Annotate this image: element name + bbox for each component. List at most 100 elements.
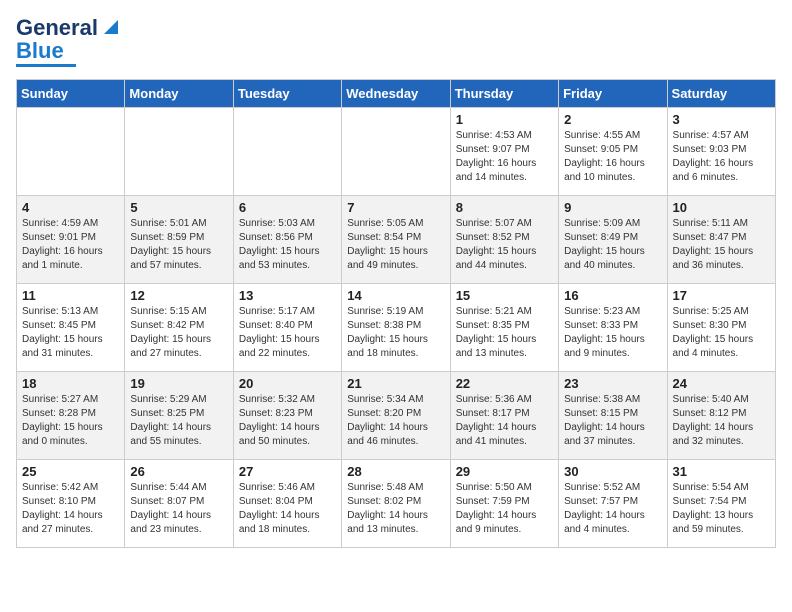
- calendar-cell: 12 Sunrise: 5:15 AM Sunset: 8:42 PM Dayli…: [125, 284, 233, 372]
- calendar-week-row: 11 Sunrise: 5:13 AM Sunset: 8:45 PM Dayli…: [17, 284, 776, 372]
- calendar-cell: 4Sunrise: 4:59 AM Sunset: 9:01 PM Daylig…: [17, 196, 125, 284]
- day-info: Sunrise: 5:05 AM Sunset: 8:54 PM Dayligh…: [347, 217, 444, 273]
- day-info: Sunrise: 5:03 AM Sunset: 8:56 PM Dayligh…: [239, 217, 336, 273]
- header-tuesday: Tuesday: [233, 80, 341, 108]
- header-thursday: Thursday: [450, 80, 558, 108]
- day-info: Sunrise: 5:54 AM Sunset: 7:54 PM Dayligh…: [673, 481, 770, 537]
- header-friday: Friday: [559, 80, 667, 108]
- day-info: Sunrise: 5:34 AM Sunset: 8:20 PM Dayligh…: [347, 393, 444, 449]
- calendar-cell: 29 Sunrise: 5:50 AM Sunset: 7:59 PM Dayli…: [450, 460, 558, 548]
- day-number: 22: [456, 376, 553, 391]
- day-number: 7: [347, 200, 444, 215]
- logo-underline: [16, 64, 76, 67]
- logo-icon: [100, 16, 122, 38]
- calendar-week-row: 25 Sunrise: 5:42 AM Sunset: 8:10 PM Dayli…: [17, 460, 776, 548]
- day-number: 30: [564, 464, 661, 479]
- day-info: Sunrise: 5:29 AM Sunset: 8:25 PM Dayligh…: [130, 393, 227, 449]
- calendar-week-row: 18 Sunrise: 5:27 AM Sunset: 8:28 PM Dayli…: [17, 372, 776, 460]
- day-info: Sunrise: 5:13 AM Sunset: 8:45 PM Dayligh…: [22, 305, 119, 361]
- calendar-cell: 30 Sunrise: 5:52 AM Sunset: 7:57 PM Dayli…: [559, 460, 667, 548]
- day-number: 31: [673, 464, 770, 479]
- calendar-cell: 6 Sunrise: 5:03 AM Sunset: 8:56 PM Daylig…: [233, 196, 341, 284]
- calendar-cell: 21 Sunrise: 5:34 AM Sunset: 8:20 PM Dayli…: [342, 372, 450, 460]
- calendar-cell: 19 Sunrise: 5:29 AM Sunset: 8:25 PM Dayli…: [125, 372, 233, 460]
- day-number: 23: [564, 376, 661, 391]
- day-info: Sunrise: 5:48 AM Sunset: 8:02 PM Dayligh…: [347, 481, 444, 537]
- page-header: General Blue: [16, 16, 776, 67]
- day-number: 29: [456, 464, 553, 479]
- day-info: Sunrise: 5:21 AM Sunset: 8:35 PM Dayligh…: [456, 305, 553, 361]
- calendar-cell: 10Sunrise: 5:11 AM Sunset: 8:47 PM Dayli…: [667, 196, 775, 284]
- calendar-cell: 26 Sunrise: 5:44 AM Sunset: 8:07 PM Dayli…: [125, 460, 233, 548]
- day-number: 5: [130, 200, 227, 215]
- day-number: 26: [130, 464, 227, 479]
- day-number: 15: [456, 288, 553, 303]
- header-sunday: Sunday: [17, 80, 125, 108]
- calendar-cell: 18 Sunrise: 5:27 AM Sunset: 8:28 PM Dayli…: [17, 372, 125, 460]
- day-number: 1: [456, 112, 553, 127]
- day-number: 24: [673, 376, 770, 391]
- calendar-cell: 25 Sunrise: 5:42 AM Sunset: 8:10 PM Dayli…: [17, 460, 125, 548]
- day-info: Sunrise: 5:09 AM Sunset: 8:49 PM Dayligh…: [564, 217, 661, 273]
- day-info: Sunrise: 5:25 AM Sunset: 8:30 PM Dayligh…: [673, 305, 770, 361]
- calendar-cell: 7 Sunrise: 5:05 AM Sunset: 8:54 PM Daylig…: [342, 196, 450, 284]
- calendar-cell: 24 Sunrise: 5:40 AM Sunset: 8:12 PM Dayli…: [667, 372, 775, 460]
- calendar-cell: 27 Sunrise: 5:46 AM Sunset: 8:04 PM Dayli…: [233, 460, 341, 548]
- calendar-cell: 13Sunrise: 5:17 AM Sunset: 8:40 PM Dayli…: [233, 284, 341, 372]
- calendar-cell: 20 Sunrise: 5:32 AM Sunset: 8:23 PM Dayli…: [233, 372, 341, 460]
- day-number: 2: [564, 112, 661, 127]
- calendar-cell: 3 Sunrise: 4:57 AM Sunset: 9:03 PM Daylig…: [667, 108, 775, 196]
- day-number: 11: [22, 288, 119, 303]
- day-number: 28: [347, 464, 444, 479]
- calendar-week-row: 1 Sunrise: 4:53 AM Sunset: 9:07 PM Daylig…: [17, 108, 776, 196]
- day-number: 3: [673, 112, 770, 127]
- day-info: Sunrise: 5:27 AM Sunset: 8:28 PM Dayligh…: [22, 393, 119, 449]
- day-number: 8: [456, 200, 553, 215]
- calendar-week-row: 4Sunrise: 4:59 AM Sunset: 9:01 PM Daylig…: [17, 196, 776, 284]
- day-info: Sunrise: 4:55 AM Sunset: 9:05 PM Dayligh…: [564, 129, 661, 185]
- calendar-table: SundayMondayTuesdayWednesdayThursdayFrid…: [16, 79, 776, 548]
- day-number: 20: [239, 376, 336, 391]
- calendar-cell: 14 Sunrise: 5:19 AM Sunset: 8:38 PM Dayli…: [342, 284, 450, 372]
- days-header-row: SundayMondayTuesdayWednesdayThursdayFrid…: [17, 80, 776, 108]
- calendar-cell: 8Sunrise: 5:07 AM Sunset: 8:52 PM Daylig…: [450, 196, 558, 284]
- calendar-cell: 17 Sunrise: 5:25 AM Sunset: 8:30 PM Dayli…: [667, 284, 775, 372]
- day-info: Sunrise: 5:46 AM Sunset: 8:04 PM Dayligh…: [239, 481, 336, 537]
- day-info: Sunrise: 5:17 AM Sunset: 8:40 PM Dayligh…: [239, 305, 336, 361]
- day-number: 18: [22, 376, 119, 391]
- day-number: 6: [239, 200, 336, 215]
- calendar-cell: 2 Sunrise: 4:55 AM Sunset: 9:05 PM Daylig…: [559, 108, 667, 196]
- day-info: Sunrise: 5:01 AM Sunset: 8:59 PM Dayligh…: [130, 217, 227, 273]
- header-monday: Monday: [125, 80, 233, 108]
- calendar-cell: 23Sunrise: 5:38 AM Sunset: 8:15 PM Dayli…: [559, 372, 667, 460]
- calendar-cell: [342, 108, 450, 196]
- calendar-cell: [233, 108, 341, 196]
- day-info: Sunrise: 4:53 AM Sunset: 9:07 PM Dayligh…: [456, 129, 553, 185]
- day-info: Sunrise: 4:59 AM Sunset: 9:01 PM Dayligh…: [22, 217, 119, 273]
- day-info: Sunrise: 5:15 AM Sunset: 8:42 PM Dayligh…: [130, 305, 227, 361]
- day-info: Sunrise: 5:50 AM Sunset: 7:59 PM Dayligh…: [456, 481, 553, 537]
- day-number: 27: [239, 464, 336, 479]
- day-info: Sunrise: 5:19 AM Sunset: 8:38 PM Dayligh…: [347, 305, 444, 361]
- day-info: Sunrise: 5:23 AM Sunset: 8:33 PM Dayligh…: [564, 305, 661, 361]
- day-info: Sunrise: 5:44 AM Sunset: 8:07 PM Dayligh…: [130, 481, 227, 537]
- calendar-cell: 16 Sunrise: 5:23 AM Sunset: 8:33 PM Dayli…: [559, 284, 667, 372]
- day-info: Sunrise: 5:52 AM Sunset: 7:57 PM Dayligh…: [564, 481, 661, 537]
- day-number: 17: [673, 288, 770, 303]
- day-number: 10: [673, 200, 770, 215]
- day-info: Sunrise: 4:57 AM Sunset: 9:03 PM Dayligh…: [673, 129, 770, 185]
- day-number: 14: [347, 288, 444, 303]
- header-wednesday: Wednesday: [342, 80, 450, 108]
- day-number: 21: [347, 376, 444, 391]
- calendar-cell: 28 Sunrise: 5:48 AM Sunset: 8:02 PM Dayli…: [342, 460, 450, 548]
- day-number: 9: [564, 200, 661, 215]
- calendar-cell: 5 Sunrise: 5:01 AM Sunset: 8:59 PM Daylig…: [125, 196, 233, 284]
- day-number: 19: [130, 376, 227, 391]
- day-info: Sunrise: 5:32 AM Sunset: 8:23 PM Dayligh…: [239, 393, 336, 449]
- day-info: Sunrise: 5:42 AM Sunset: 8:10 PM Dayligh…: [22, 481, 119, 537]
- calendar-cell: 1 Sunrise: 4:53 AM Sunset: 9:07 PM Daylig…: [450, 108, 558, 196]
- day-number: 25: [22, 464, 119, 479]
- day-info: Sunrise: 5:40 AM Sunset: 8:12 PM Dayligh…: [673, 393, 770, 449]
- day-number: 16: [564, 288, 661, 303]
- day-number: 12: [130, 288, 227, 303]
